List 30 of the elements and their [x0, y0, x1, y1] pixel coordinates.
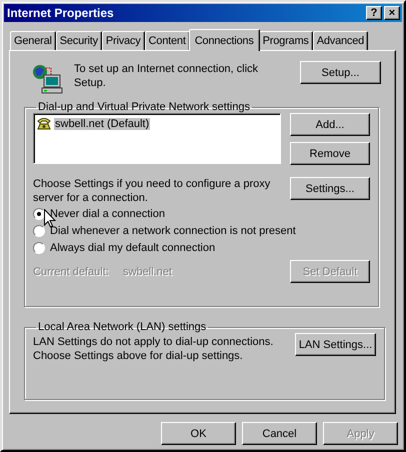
help-button[interactable]: ? — [366, 6, 382, 20]
settings-button[interactable]: Settings... — [290, 177, 370, 200]
close-button[interactable]: × — [384, 6, 400, 20]
radio-option[interactable]: Always dial my default connection — [33, 242, 370, 254]
tab[interactable]: Advanced — [312, 31, 368, 50]
add-button[interactable]: Add... — [290, 113, 370, 136]
lan-note: LAN Settings do not apply to dial-up connections. Choose Settings above for dial-up settings. — [33, 335, 274, 363]
connection-item[interactable]: swbell.net (Default) — [36, 116, 278, 132]
setup-instructions: To set up an Internet connection, click Setup. — [74, 62, 260, 90]
lan-settings-button[interactable]: LAN Settings... — [295, 333, 376, 356]
ok-button[interactable]: OK — [161, 422, 236, 445]
proxy-note: Choose Settings if you need to configure a proxy server for a connection. — [33, 177, 272, 205]
globe-computer-icon — [32, 63, 64, 95]
tab[interactable]: Programs — [258, 31, 313, 50]
group-legend: Dial-up and Virtual Private Network settings — [36, 101, 252, 113]
telephone-icon — [36, 116, 52, 132]
tab[interactable]: General — [10, 31, 56, 50]
tab[interactable]: Security — [56, 31, 102, 50]
tab[interactable]: Connections — [188, 29, 260, 51]
tab[interactable]: Content — [144, 31, 190, 50]
radio-option[interactable]: Dial whenever a network connection is not present — [33, 225, 370, 237]
connection-name: swbell.net (Default) — [54, 118, 150, 130]
window-title: Internet Properties — [7, 6, 114, 20]
tab[interactable]: Privacy — [102, 31, 145, 50]
setup-button[interactable]: Setup... — [300, 61, 381, 84]
remove-button[interactable]: Remove — [290, 142, 370, 165]
current-default-value: swbell.net — [123, 266, 172, 278]
current-default-label: Current default: — [33, 266, 110, 278]
cancel-button[interactable]: Cancel — [242, 422, 317, 445]
group-legend: Local Area Network (LAN) settings — [36, 321, 208, 333]
